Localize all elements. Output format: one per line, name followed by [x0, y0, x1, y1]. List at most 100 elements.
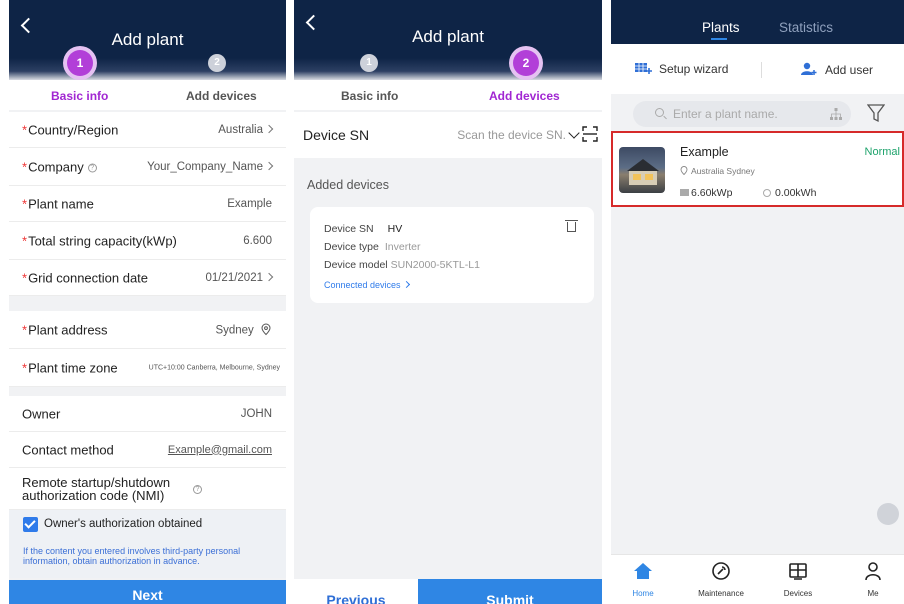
plant-thumbnail [619, 147, 665, 193]
nmi-code-row[interactable]: Remote startup/shutdown authorization co… [9, 468, 286, 510]
floating-map-button[interactable] [877, 503, 899, 525]
nav-devices[interactable]: Devices [768, 561, 828, 598]
field-value: JOHN [240, 407, 272, 420]
authorization-checkbox-row[interactable]: Owner's authorization obtained [9, 510, 286, 540]
field-value: 6.600 [243, 234, 272, 247]
plant-address-row[interactable]: *Plant address Sydney [9, 311, 286, 349]
next-button[interactable]: Next [9, 580, 286, 604]
field-value: UTC+10:00 Canberra, Melbourne, Sydney [148, 364, 280, 371]
nav-maintenance[interactable]: Maintenance [691, 561, 751, 598]
grid-connection-date-row[interactable]: *Grid connection date 01/21/2021 [9, 260, 286, 296]
device-sn-input[interactable]: Scan the device SN. [457, 128, 566, 142]
location-pin-icon[interactable] [260, 323, 272, 335]
info-value: Inverter [384, 241, 421, 253]
plant-time-zone-row[interactable]: *Plant time zone UTC+10:00 Canberra, Mel… [9, 349, 286, 387]
device-sn-row[interactable]: Device SN Scan the device SN. [294, 112, 602, 158]
field-label: Remote startup/shutdown authorization co… [22, 474, 171, 503]
chevron-right-icon [264, 161, 274, 170]
step-1-label: Basic info [51, 89, 109, 103]
authorization-checkbox[interactable] [23, 517, 38, 532]
info-value: SUN2000-5KTL-L1 [390, 259, 480, 271]
step-1-circle: 1 [360, 54, 378, 72]
device-sn-label: Device SN [303, 127, 370, 143]
setup-wizard-icon [635, 63, 652, 74]
page-title: Add plant [412, 27, 484, 46]
active-tab-indicator [711, 38, 727, 40]
add-user-icon [801, 62, 817, 75]
info-label: Device model [324, 259, 388, 271]
step-2-circle: 2 [513, 50, 539, 76]
step-indicator: 1 2 Basic info Add devices [9, 50, 286, 110]
step-2-label: Add devices [489, 89, 560, 103]
connected-devices-link[interactable]: Connected devices [324, 280, 410, 290]
step-1-label: Basic info [341, 89, 399, 103]
device-card: Device SN HV Device type Inverter Device m… [310, 207, 594, 303]
privacy-notice: If the content you entered involves thir… [9, 540, 286, 578]
divider [761, 62, 762, 78]
tab-statistics[interactable]: Statistics [779, 20, 833, 35]
field-label: Plant name [28, 196, 94, 211]
field-label: Contact method [22, 442, 114, 457]
plant-name-row[interactable]: *Plant name Example [9, 186, 286, 222]
country-region-row[interactable]: *Country/Region Australia [9, 112, 286, 148]
field-label: Plant time zone [28, 360, 118, 375]
maintenance-icon [712, 562, 730, 580]
plant-location: Australia Sydney [680, 166, 755, 176]
field-value: Your_Company_Name [147, 160, 263, 173]
field-label: Grid connection date [28, 270, 149, 285]
plants-list-screen: Plants Statistics Setup wizard Add user … [611, 0, 904, 604]
checkbox-label: Owner's authorization obtained [44, 518, 203, 530]
hierarchy-icon[interactable] [830, 108, 842, 120]
filter-icon[interactable] [867, 103, 885, 123]
previous-button[interactable]: Previous [294, 579, 418, 604]
device-model-info: Device model SUN2000-5KTL-L1 [324, 259, 480, 271]
home-icon [634, 563, 652, 579]
tab-plants[interactable]: Plants [702, 20, 740, 35]
added-devices-title: Added devices [307, 178, 390, 192]
submit-button[interactable]: Submit [418, 579, 602, 604]
device-sn-info: Device SN HV [324, 223, 402, 235]
plant-search-input[interactable]: Enter a plant name. [633, 101, 851, 127]
plant-energy: 0.00kWh [763, 187, 816, 199]
step-2-circle: 2 [208, 54, 226, 72]
bottom-navigation: Home Maintenance Devices Me [611, 554, 904, 604]
step-2-label: Add devices [186, 89, 257, 103]
field-value: 01/21/2021 [205, 271, 263, 284]
trash-icon[interactable] [565, 220, 578, 232]
help-icon[interactable]: ? [193, 485, 202, 494]
field-value: Sydney [215, 324, 254, 336]
setup-wizard-button[interactable]: Setup wizard [635, 62, 728, 76]
field-value: Example@gmail.com [167, 443, 272, 456]
action-bar: Setup wizard Add user [611, 44, 904, 94]
help-icon[interactable]: ? [87, 163, 97, 172]
field-label: Owner [22, 406, 61, 421]
page-title: Add plant [111, 30, 184, 49]
field-label: Plant address [28, 322, 108, 337]
info-label: Device SN [324, 223, 374, 235]
add-user-button[interactable]: Add user [801, 62, 873, 77]
info-value: HV [387, 223, 403, 235]
info-label: Device type [324, 241, 379, 253]
location-pin-icon [680, 166, 688, 176]
plant-card[interactable]: Example Australia Sydney Normal 6.60kWp … [611, 131, 904, 207]
nav-me[interactable]: Me [843, 561, 903, 598]
header: Add plant [294, 0, 602, 58]
nav-home[interactable]: Home [613, 561, 673, 598]
field-label: Total string capacity(kWp) [28, 233, 177, 248]
step-1-circle: 1 [67, 50, 93, 76]
plant-name: Example [680, 145, 729, 159]
scan-icon[interactable] [582, 126, 598, 142]
field-label: Company [28, 159, 84, 174]
company-row[interactable]: *Company? Your_Company_Name [9, 148, 286, 186]
person-icon [865, 562, 881, 581]
chevron-down-icon[interactable] [568, 127, 580, 139]
step-indicator: 1 2 Basic info Add devices [294, 50, 602, 110]
solar-panel-icon [680, 189, 689, 196]
owner-row[interactable]: Owner JOHN [9, 396, 286, 432]
header: Plants Statistics [611, 0, 904, 44]
devices-icon [789, 563, 807, 580]
total-capacity-row[interactable]: *Total string capacity(kWp) 6.600 [9, 222, 286, 260]
chevron-right-icon [264, 124, 274, 133]
plant-capacity: 6.60kWp [680, 187, 732, 199]
contact-method-row[interactable]: Contact method Example@gmail.com [9, 432, 286, 468]
